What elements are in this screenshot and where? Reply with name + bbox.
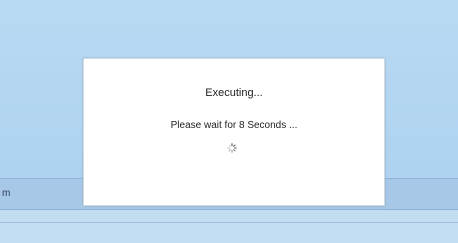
wait-message: Please wait for 8 Seconds ... [170,120,298,131]
executing-dialog: Executing... Please wait for 8 Seconds .… [83,58,385,206]
loading-spinner-icon [227,143,237,153]
background-panel [0,210,458,243]
background-divider [0,222,458,223]
dialog-title: Executing... [205,87,263,99]
background-strip-label: m [2,188,11,199]
